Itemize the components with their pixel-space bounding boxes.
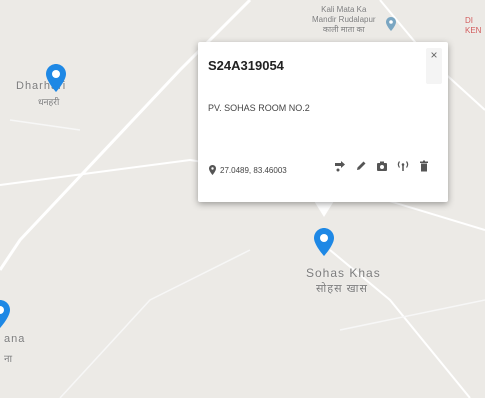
- signal-tower-icon[interactable]: [397, 160, 409, 172]
- place-sohas-khas-local: सोहस खास: [316, 283, 368, 295]
- place-district-edge: DI KEN: [465, 16, 481, 36]
- place-sohas-khas: Sohas Khas: [306, 266, 381, 280]
- place-partial-left-local: ना: [4, 354, 13, 365]
- place-label: DI: [465, 16, 473, 25]
- map-canvas[interactable]: Kali Mata Ka Mandir Rudalapur काली माता …: [0, 0, 485, 398]
- site-id-title: S24A319054: [208, 58, 284, 73]
- place-label: काली माता का: [322, 25, 365, 34]
- coordinates-text: 27.0489, 83.46003: [220, 166, 287, 175]
- poi-marker-icon[interactable]: [386, 17, 396, 31]
- location-pin-icon[interactable]: [0, 300, 10, 328]
- place-label: Kali Mata Ka: [321, 5, 367, 14]
- close-button[interactable]: ×: [426, 48, 442, 84]
- popup-pointer: [314, 201, 334, 217]
- delete-icon[interactable]: [418, 160, 430, 172]
- route-icon[interactable]: [334, 160, 346, 172]
- place-dharhari-local: धनहरी: [38, 97, 60, 107]
- place-partial-left: ana: [4, 333, 26, 345]
- action-toolbar: [334, 160, 430, 172]
- place-label: KEN: [465, 26, 482, 35]
- edit-icon[interactable]: [355, 160, 367, 172]
- location-pin-icon[interactable]: [46, 64, 66, 92]
- place-kali-mata-mandir: Kali Mata Ka Mandir Rudalapur काली माता …: [312, 5, 376, 35]
- camera-icon[interactable]: [376, 160, 388, 172]
- frame: Kali Mata Ka Mandir Rudalapur काली माता …: [0, 0, 493, 405]
- selected-location-pin-icon[interactable]: [314, 228, 334, 256]
- site-description: PV. SOHAS ROOM NO.2: [208, 103, 310, 113]
- place-label: Mandir Rudalapur: [312, 15, 376, 24]
- close-icon: ×: [430, 48, 438, 62]
- location-marker-icon: [209, 165, 216, 175]
- info-window: S24A319054 × PV. SOHAS ROOM NO.2 27.0489…: [198, 42, 448, 202]
